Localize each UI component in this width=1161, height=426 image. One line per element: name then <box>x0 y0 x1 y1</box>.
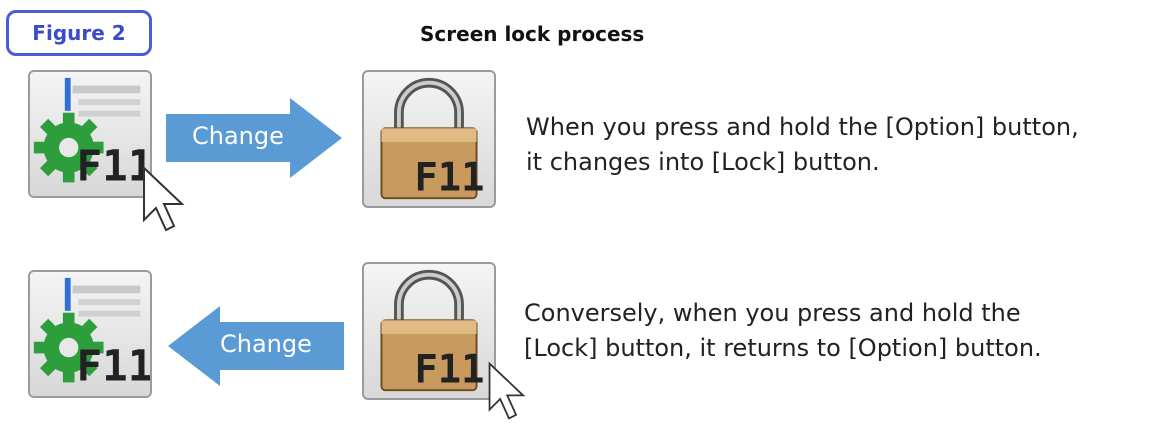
description-line: it changes into [Lock] button. <box>526 148 880 176</box>
cursor-icon <box>486 360 532 422</box>
description-row-2: Conversely, when you press and hold the … <box>524 296 1042 366</box>
option-button-icon: F11 <box>28 70 152 198</box>
option-key-label: F11 <box>76 141 150 191</box>
option-key-label: F11 <box>76 341 150 391</box>
arrow-label: Change <box>192 122 284 150</box>
description-row-1: When you press and hold the [Option] but… <box>526 110 1079 180</box>
lock-key-label: F11 <box>414 347 484 392</box>
lock-button-icon: F11 <box>362 262 496 400</box>
change-arrow-right: Change <box>166 98 342 178</box>
description-line: [Lock] button, it returns to [Option] bu… <box>524 334 1042 362</box>
option-button-icon: F11 <box>28 270 152 398</box>
lock-button-icon: F11 <box>362 70 496 208</box>
description-line: When you press and hold the [Option] but… <box>526 113 1079 141</box>
diagram-title: Screen lock process <box>420 22 645 46</box>
figure-label: Figure 2 <box>6 10 152 56</box>
arrow-label: Change <box>220 330 312 358</box>
change-arrow-left: Change <box>168 306 344 386</box>
lock-key-label: F11 <box>414 155 484 200</box>
description-line: Conversely, when you press and hold the <box>524 299 1021 327</box>
